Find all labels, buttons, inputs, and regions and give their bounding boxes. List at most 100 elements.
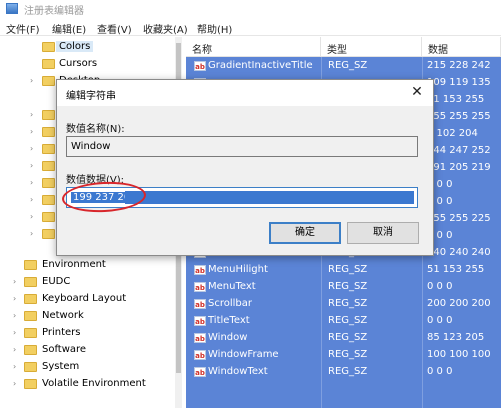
column-header-type[interactable]: 类型 xyxy=(321,37,422,57)
value-data: 215 228 242 xyxy=(427,60,491,71)
menu-favorites[interactable]: 收藏夹(A) xyxy=(143,21,188,36)
cancel-button[interactable]: 取消 xyxy=(347,222,419,244)
menu-help[interactable]: 帮助(H) xyxy=(197,21,232,36)
value-row[interactable]: ab WindowText REG_SZ 0 0 0 xyxy=(186,364,501,381)
folder-icon xyxy=(42,212,55,222)
value-name-field[interactable]: Window xyxy=(66,136,418,157)
folder-icon xyxy=(24,260,37,270)
value-data: 0 0 0 xyxy=(427,281,453,292)
value-name-text: Window xyxy=(71,141,111,152)
folder-icon xyxy=(24,362,37,372)
text-selection-highlight xyxy=(125,191,414,204)
value-row[interactable]: ab Scrollbar REG_SZ 200 200 200 xyxy=(186,296,501,313)
expand-arrow-icon[interactable]: › xyxy=(13,362,16,371)
tree-item-environment[interactable]: Environment xyxy=(0,257,175,274)
registry-editor-icon xyxy=(6,3,18,14)
folder-icon xyxy=(24,345,37,355)
dialog-title: 编辑字符串 xyxy=(66,91,116,102)
value-data: 200 200 200 xyxy=(427,298,491,309)
tree-item-printers[interactable]: › Printers xyxy=(0,325,175,342)
value-type: REG_SZ xyxy=(328,366,368,377)
value-type: REG_SZ xyxy=(328,264,368,275)
tree-item-eudc[interactable]: › EUDC xyxy=(0,274,175,291)
tree-item-colors[interactable]: Colors xyxy=(0,39,175,56)
window-title: 注册表编辑器 xyxy=(24,6,84,17)
value-row[interactable]: ab Window REG_SZ 85 123 205 xyxy=(186,330,501,347)
folder-icon xyxy=(42,42,55,52)
menu-view[interactable]: 查看(V) xyxy=(97,21,132,36)
column-header-name[interactable]: 名称 xyxy=(186,37,321,57)
value-data: 191 205 219 xyxy=(427,162,491,173)
value-row[interactable]: ab GradientInactiveTitle REG_SZ 215 228 242 xyxy=(186,58,501,75)
value-name-label: 数值名称(N): xyxy=(66,124,125,135)
expand-arrow-icon[interactable]: › xyxy=(30,161,33,170)
expand-arrow-icon[interactable]: › xyxy=(30,178,33,187)
expand-arrow-icon[interactable]: › xyxy=(30,195,33,204)
string-value-icon: ab xyxy=(194,61,206,71)
tree-item-cursors[interactable]: Cursors xyxy=(0,56,175,73)
folder-icon xyxy=(24,277,37,287)
expand-arrow-icon[interactable]: › xyxy=(13,379,16,388)
expand-arrow-icon[interactable]: › xyxy=(13,277,16,286)
edit-string-dialog: 编辑字符串 ✕ 数值名称(N): Window 数值数据(V): 199 237… xyxy=(56,79,434,256)
value-row[interactable]: ab MenuText REG_SZ 0 0 0 xyxy=(186,279,501,296)
string-value-icon: ab xyxy=(194,316,206,326)
value-data: 109 119 135 xyxy=(427,77,491,88)
expand-arrow-icon[interactable]: › xyxy=(13,294,16,303)
close-icon[interactable]: ✕ xyxy=(407,84,427,102)
string-value-icon: ab xyxy=(194,333,206,343)
expand-arrow-icon[interactable]: › xyxy=(13,328,16,337)
folder-icon xyxy=(24,294,37,304)
tree-item-software[interactable]: › Software xyxy=(0,342,175,359)
expand-arrow-icon[interactable]: › xyxy=(30,127,33,136)
value-row[interactable]: ab TitleText REG_SZ 0 0 0 xyxy=(186,313,501,330)
value-data: 0 0 0 xyxy=(427,315,453,326)
menu-edit[interactable]: 编辑(E) xyxy=(52,21,86,36)
value-data: 51 153 255 xyxy=(427,94,485,105)
tree-item-network[interactable]: › Network xyxy=(0,308,175,325)
column-header-label: 名称 xyxy=(192,45,212,56)
value-data: 255 255 255 xyxy=(427,111,491,122)
expand-arrow-icon[interactable]: › xyxy=(13,345,16,354)
value-type: REG_SZ xyxy=(328,349,368,360)
ok-button[interactable]: 确定 xyxy=(269,222,341,244)
folder-icon xyxy=(24,311,37,321)
folder-icon xyxy=(42,127,55,137)
value-type: REG_SZ xyxy=(328,60,368,71)
value-data: 100 100 100 xyxy=(427,349,491,360)
folder-icon xyxy=(42,59,55,69)
tree-item-label: Cursors xyxy=(59,58,98,69)
tree-item-label: Environment xyxy=(42,259,106,270)
expand-arrow-icon[interactable]: › xyxy=(30,76,33,85)
value-data: 240 240 240 xyxy=(427,247,491,258)
tree-item-label: Network xyxy=(42,310,84,321)
folder-icon xyxy=(42,178,55,188)
value-data: 255 255 225 xyxy=(427,213,491,224)
value-data: 0 102 204 xyxy=(427,128,478,139)
expand-arrow-icon[interactable]: › xyxy=(13,311,16,320)
string-value-icon: ab xyxy=(194,282,206,292)
value-type: REG_SZ xyxy=(328,332,368,343)
expand-arrow-icon[interactable]: › xyxy=(30,110,33,119)
expand-arrow-icon[interactable]: › xyxy=(30,212,33,221)
value-type: REG_SZ xyxy=(328,298,368,309)
value-data: 51 153 255 xyxy=(427,264,485,275)
string-value-icon: ab xyxy=(194,265,206,275)
value-row[interactable]: ab MenuHilight REG_SZ 51 153 255 xyxy=(186,262,501,279)
value-data: 244 247 252 xyxy=(427,145,491,156)
folder-icon xyxy=(42,161,55,171)
tree-item-volatile-environment[interactable]: › Volatile Environment xyxy=(0,376,175,393)
menu-bar: 文件(F) 编辑(E) 查看(V) 收藏夹(A) 帮助(H) xyxy=(0,18,501,36)
expand-arrow-icon[interactable]: › xyxy=(30,144,33,153)
value-data: 85 123 205 xyxy=(427,332,485,343)
tree-item-keyboard-layout[interactable]: › Keyboard Layout xyxy=(0,291,175,308)
title-bar: 注册表编辑器 xyxy=(0,0,501,18)
value-type: REG_SZ xyxy=(328,315,368,326)
expand-arrow-icon[interactable]: › xyxy=(30,229,33,238)
menu-file[interactable]: 文件(F) xyxy=(6,21,40,36)
tree-item-label: Colors xyxy=(56,41,94,52)
column-header-data[interactable]: 数据 xyxy=(422,37,501,57)
value-row[interactable]: ab WindowFrame REG_SZ 100 100 100 xyxy=(186,347,501,364)
tree-item-system[interactable]: › System xyxy=(0,359,175,376)
folder-icon xyxy=(24,379,37,389)
